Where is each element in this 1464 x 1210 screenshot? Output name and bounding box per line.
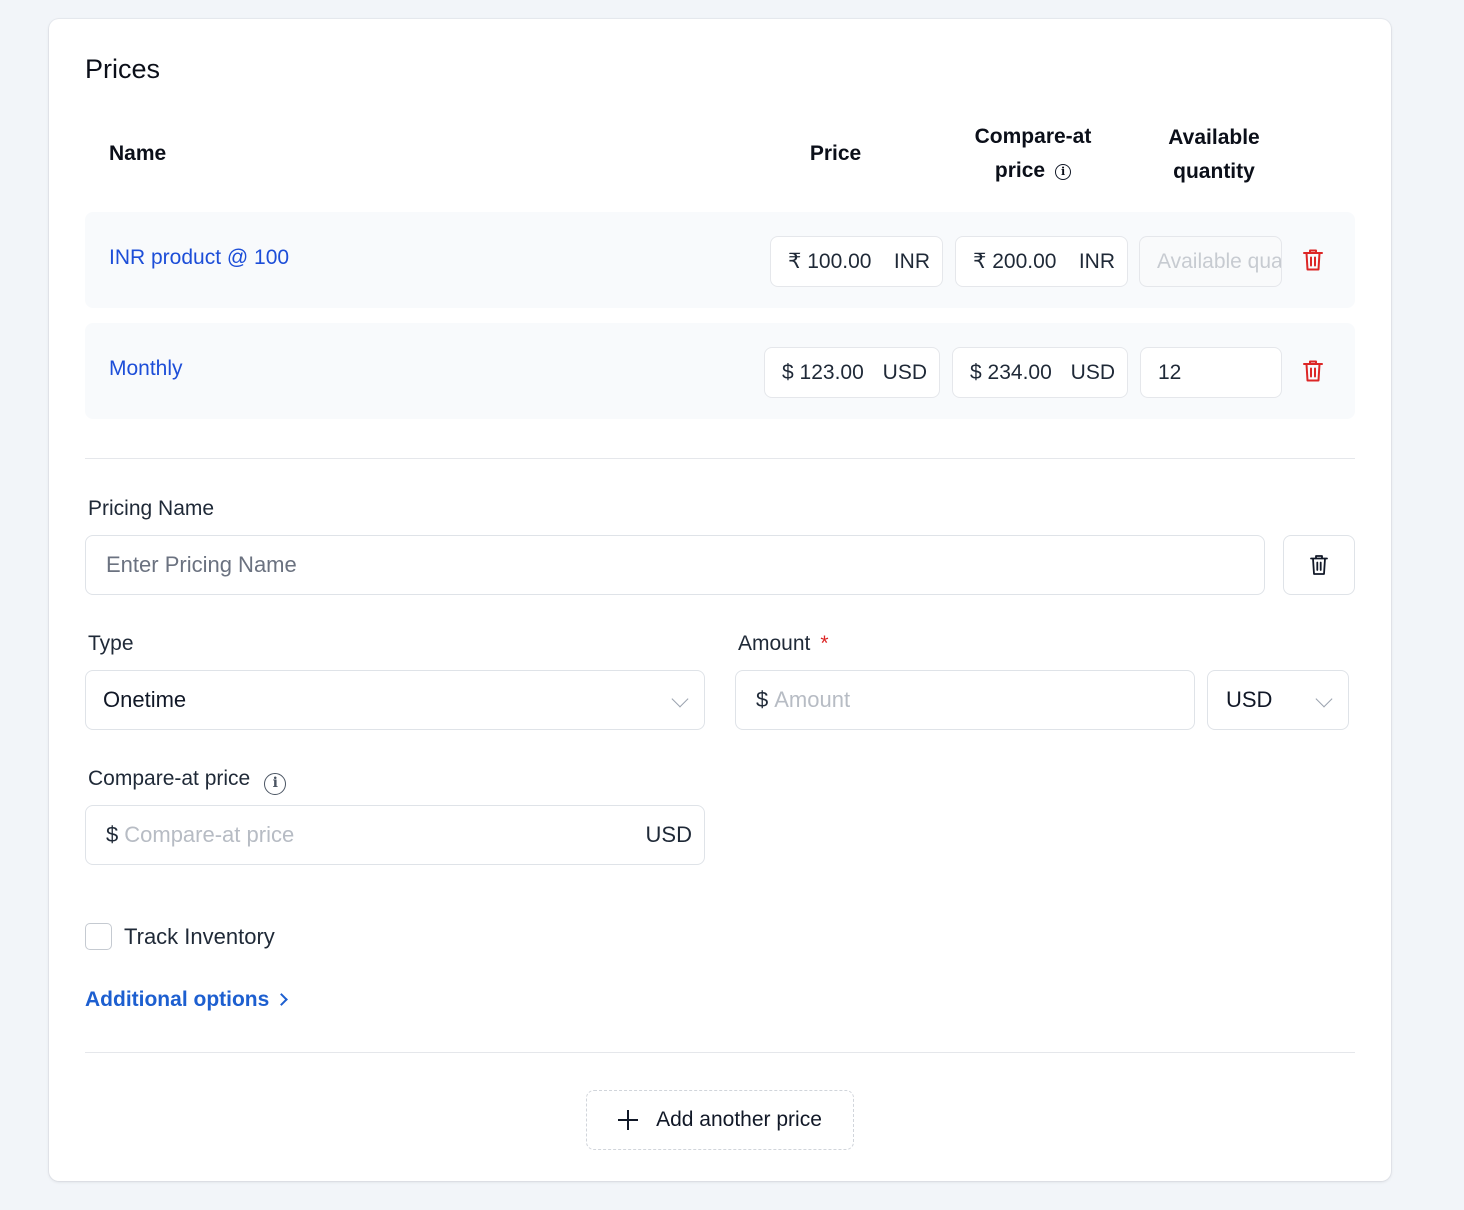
compare-at-price-field-content: $ Compare-at price: [106, 822, 294, 848]
available-quantity-placeholder: Available quantity: [1157, 249, 1282, 273]
available-quantity-value: 12: [1158, 360, 1182, 384]
additional-options-link[interactable]: Additional options: [85, 988, 289, 1012]
currency-code: USD: [1070, 360, 1115, 384]
currency-symbol: ₹: [788, 250, 802, 273]
amount-placeholder: Amount: [774, 687, 851, 712]
compare-currency-symbol: $: [106, 822, 119, 847]
column-header-compare-line2: price: [994, 159, 1046, 182]
column-header-compare-at-price: Compare-at price i: [954, 120, 1112, 188]
trash-icon: [1310, 555, 1328, 575]
currency-symbol: $: [970, 360, 982, 384]
pricing-name-label: Pricing Name: [88, 497, 215, 520]
compare-value-wrap: $ 234.00: [970, 361, 1052, 385]
column-header-compare-line1: Compare-at: [974, 125, 1092, 148]
trash-icon[interactable]: [1302, 248, 1324, 272]
available-quantity-input[interactable]: Available quantity: [1139, 236, 1282, 287]
amount-input[interactable]: $ Amount: [735, 670, 1195, 730]
compare-at-price-input[interactable]: $ Compare-at price USD: [85, 805, 705, 865]
price-value: 123.00: [799, 360, 864, 384]
plus-icon: [618, 1110, 639, 1130]
price-value-wrap: $ 123.00: [782, 361, 864, 385]
pricing-name-placeholder: Enter Pricing Name: [106, 552, 297, 577]
currency-select[interactable]: USD: [1207, 670, 1349, 730]
compare-at-price-input[interactable]: $ 234.00 USD: [952, 347, 1128, 398]
compare-value: 234.00: [987, 360, 1052, 384]
compare-currency-code: USD: [645, 822, 692, 847]
column-header-compare-line2-wrap: price i: [954, 154, 1112, 188]
add-another-price-button[interactable]: Add another price: [586, 1090, 854, 1150]
price-name-link[interactable]: Monthly: [109, 357, 183, 381]
currency-code: INR: [893, 249, 930, 273]
currency-select-value: USD: [1226, 687, 1273, 712]
compare-at-price-label: Compare-at price i: [88, 767, 287, 795]
column-header-price: Price: [809, 142, 862, 165]
price-input[interactable]: ₹ 100.00 INR: [770, 236, 943, 287]
pricing-name-input[interactable]: Enter Pricing Name: [85, 535, 1265, 595]
currency-code: USD: [882, 360, 927, 384]
type-select[interactable]: Onetime: [85, 670, 705, 730]
compare-value-wrap: ₹ 200.00: [973, 249, 1056, 274]
required-mark: *: [820, 632, 829, 655]
price-input[interactable]: $ 123.00 USD: [764, 347, 940, 398]
delete-pricing-button[interactable]: [1283, 535, 1355, 595]
column-header-name: Name: [109, 142, 167, 165]
price-value: 100.00: [807, 250, 872, 273]
amount-currency-symbol: $: [756, 687, 769, 712]
chevron-down-icon: [1315, 690, 1333, 708]
compare-value: 200.00: [992, 250, 1057, 273]
amount-label-text: Amount: [738, 632, 811, 655]
column-header-avail-line1: Available: [1168, 126, 1260, 149]
compare-at-price-input[interactable]: ₹ 200.00 INR: [955, 236, 1128, 287]
currency-symbol: $: [782, 360, 794, 384]
price-value-wrap: ₹ 100.00: [788, 249, 871, 274]
track-inventory-checkbox[interactable]: [85, 923, 112, 950]
chevron-down-icon: [671, 690, 689, 708]
available-quantity-input[interactable]: 12: [1140, 347, 1282, 398]
currency-symbol: ₹: [973, 250, 987, 273]
column-header-avail-line2: quantity: [1173, 160, 1255, 183]
chevron-right-icon: [275, 993, 289, 1006]
type-label: Type: [88, 632, 134, 655]
price-name-link[interactable]: INR product @ 100: [109, 246, 289, 270]
info-icon[interactable]: i: [1055, 164, 1072, 180]
divider: [85, 458, 1355, 459]
prices-card: Prices Name Price Compare-at price i Avai…: [49, 19, 1391, 1181]
card-title: Prices: [85, 54, 161, 84]
add-another-price-label: Add another price: [656, 1108, 822, 1131]
column-header-available-quantity: Available quantity: [1149, 121, 1279, 189]
trash-icon[interactable]: [1302, 359, 1324, 383]
divider: [85, 1052, 1355, 1053]
table-row: INR product @ 100 ₹ 100.00 INR ₹ 200.00 …: [85, 212, 1355, 308]
compare-at-price-placeholder: Compare-at price: [124, 822, 295, 847]
amount-label: Amount *: [738, 632, 829, 656]
additional-options-label: Additional options: [85, 988, 270, 1011]
type-select-value: Onetime: [103, 687, 187, 712]
info-icon[interactable]: i: [264, 773, 287, 795]
currency-code: INR: [1078, 249, 1115, 273]
table-row: Monthly $ 123.00 USD $ 234.00 USD 12: [85, 323, 1355, 419]
compare-at-price-label-text: Compare-at price: [88, 767, 251, 790]
track-inventory-label[interactable]: Track Inventory: [124, 924, 275, 950]
